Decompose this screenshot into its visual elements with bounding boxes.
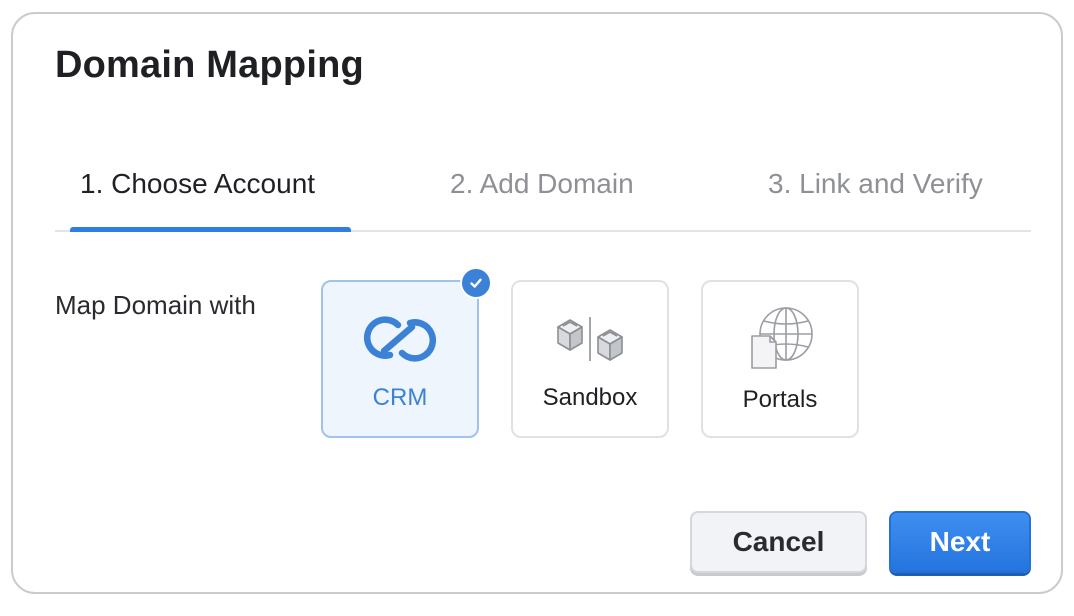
tab-link-and-verify[interactable]: 3. Link and Verify — [768, 168, 983, 200]
option-label-sandbox: Sandbox — [542, 384, 638, 411]
account-option-sandbox[interactable]: Sandbox — [511, 280, 669, 438]
crm-icon — [323, 306, 477, 372]
active-tab-indicator — [70, 227, 351, 232]
step-tabs: 1. Choose Account 2. Add Domain 3. Link … — [55, 154, 1031, 232]
cancel-button[interactable]: Cancel — [690, 511, 867, 573]
tab-add-domain[interactable]: 2. Add Domain — [450, 168, 634, 200]
option-label-crm: CRM — [372, 384, 428, 411]
map-domain-label: Map Domain with — [55, 290, 256, 320]
account-option-crm[interactable]: CRM — [321, 267, 492, 438]
next-button[interactable]: Next — [889, 511, 1031, 573]
sandbox-icon — [513, 306, 667, 372]
tab-choose-account[interactable]: 1. Choose Account — [80, 168, 315, 200]
domain-mapping-dialog: Domain Mapping 1. Choose Account 2. Add … — [11, 12, 1063, 594]
check-icon — [460, 267, 492, 299]
portals-icon — [703, 306, 857, 372]
option-label-portals: Portals — [742, 386, 818, 413]
dialog-title: Domain Mapping — [55, 44, 364, 86]
account-option-portals[interactable]: Portals — [701, 280, 859, 438]
